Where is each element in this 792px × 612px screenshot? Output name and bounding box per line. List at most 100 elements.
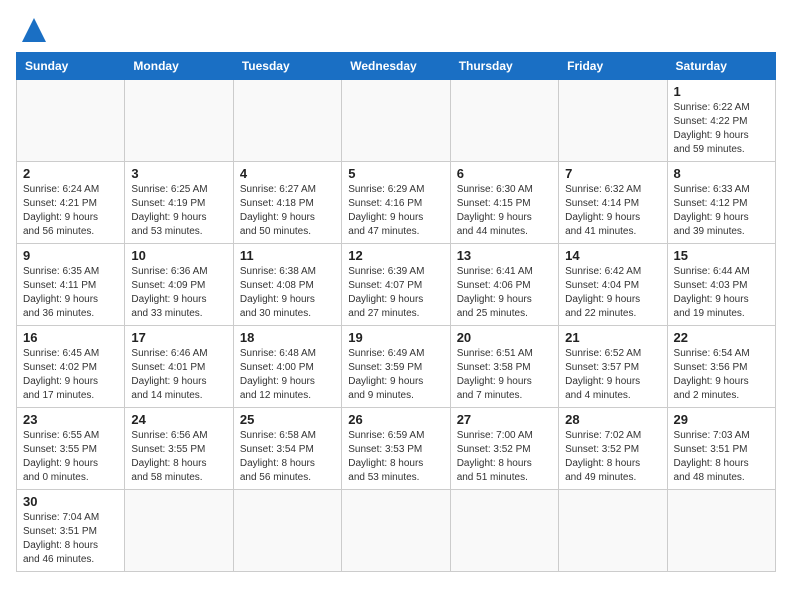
day-number: 26 — [348, 412, 443, 427]
day-number: 19 — [348, 330, 443, 345]
header-tuesday: Tuesday — [233, 53, 341, 80]
calendar-cell — [559, 80, 667, 162]
calendar-cell: 23 Sunrise: 6:55 AM Sunset: 3:55 PM Dayli… — [17, 408, 125, 490]
calendar-cell: 26 Sunrise: 6:59 AM Sunset: 3:53 PM Dayli… — [342, 408, 450, 490]
calendar-cell — [450, 490, 558, 572]
day-number: 15 — [674, 248, 769, 263]
calendar-cell: 25 Sunrise: 6:58 AM Sunset: 3:54 PM Dayli… — [233, 408, 341, 490]
calendar-cell: 4 Sunrise: 6:27 AM Sunset: 4:18 PM Daylig… — [233, 162, 341, 244]
calendar-week-6: 30Sunrise: 7:04 AM Sunset: 3:51 PM Dayli… — [17, 490, 776, 572]
calendar-cell: 8 Sunrise: 6:33 AM Sunset: 4:12 PM Daylig… — [667, 162, 775, 244]
calendar-cell: 20Sunrise: 6:51 AM Sunset: 3:58 PM Dayli… — [450, 326, 558, 408]
day-number: 13 — [457, 248, 552, 263]
day-info: Sunrise: 6:29 AM Sunset: 4:16 PM Dayligh… — [348, 183, 443, 239]
calendar-cell — [342, 80, 450, 162]
day-number: 8 — [674, 166, 769, 181]
calendar-cell — [17, 80, 125, 162]
day-info: Sunrise: 6:41 AM Sunset: 4:06 PM Dayligh… — [457, 265, 552, 321]
calendar-cell — [233, 80, 341, 162]
calendar-cell — [125, 490, 233, 572]
header-monday: Monday — [125, 53, 233, 80]
calendar-cell: 21Sunrise: 6:52 AM Sunset: 3:57 PM Dayli… — [559, 326, 667, 408]
calendar-cell: 10 Sunrise: 6:36 AM Sunset: 4:09 PM Dayli… — [125, 244, 233, 326]
calendar-header-row: SundayMondayTuesdayWednesdayThursdayFrid… — [17, 53, 776, 80]
calendar-cell — [125, 80, 233, 162]
day-info: Sunrise: 6:39 AM Sunset: 4:07 PM Dayligh… — [348, 265, 443, 321]
day-info: Sunrise: 6:33 AM Sunset: 4:12 PM Dayligh… — [674, 183, 769, 239]
day-number: 11 — [240, 248, 335, 263]
calendar-cell — [233, 490, 341, 572]
day-info: Sunrise: 6:32 AM Sunset: 4:14 PM Dayligh… — [565, 183, 660, 239]
calendar-cell: 13 Sunrise: 6:41 AM Sunset: 4:06 PM Dayli… — [450, 244, 558, 326]
header-sunday: Sunday — [17, 53, 125, 80]
day-info: Sunrise: 6:25 AM Sunset: 4:19 PM Dayligh… — [131, 183, 226, 239]
header-friday: Friday — [559, 53, 667, 80]
calendar-cell: 11Sunrise: 6:38 AM Sunset: 4:08 PM Dayli… — [233, 244, 341, 326]
calendar-cell — [450, 80, 558, 162]
day-info: Sunrise: 7:04 AM Sunset: 3:51 PM Dayligh… — [23, 511, 118, 567]
day-info: Sunrise: 6:36 AM Sunset: 4:09 PM Dayligh… — [131, 265, 226, 321]
day-number: 17 — [131, 330, 226, 345]
day-number: 3 — [131, 166, 226, 181]
header-wednesday: Wednesday — [342, 53, 450, 80]
calendar-cell: 15 Sunrise: 6:44 AM Sunset: 4:03 PM Dayli… — [667, 244, 775, 326]
day-info: Sunrise: 7:00 AM Sunset: 3:52 PM Dayligh… — [457, 429, 552, 485]
day-info: Sunrise: 6:44 AM Sunset: 4:03 PM Dayligh… — [674, 265, 769, 321]
day-info: Sunrise: 6:58 AM Sunset: 3:54 PM Dayligh… — [240, 429, 335, 485]
calendar-cell: 7 Sunrise: 6:32 AM Sunset: 4:14 PM Daylig… — [559, 162, 667, 244]
day-info: Sunrise: 6:24 AM Sunset: 4:21 PM Dayligh… — [23, 183, 118, 239]
day-info: Sunrise: 7:02 AM Sunset: 3:52 PM Dayligh… — [565, 429, 660, 485]
calendar-cell: 16 Sunrise: 6:45 AM Sunset: 4:02 PM Dayli… — [17, 326, 125, 408]
day-number: 1 — [674, 84, 769, 99]
calendar-cell: 29Sunrise: 7:03 AM Sunset: 3:51 PM Dayli… — [667, 408, 775, 490]
day-info: Sunrise: 6:22 AM Sunset: 4:22 PM Dayligh… — [674, 101, 769, 157]
header-saturday: Saturday — [667, 53, 775, 80]
calendar-cell: 14Sunrise: 6:42 AM Sunset: 4:04 PM Dayli… — [559, 244, 667, 326]
day-info: Sunrise: 6:55 AM Sunset: 3:55 PM Dayligh… — [23, 429, 118, 485]
day-number: 2 — [23, 166, 118, 181]
day-number: 4 — [240, 166, 335, 181]
day-number: 28 — [565, 412, 660, 427]
day-number: 7 — [565, 166, 660, 181]
day-number: 14 — [565, 248, 660, 263]
day-info: Sunrise: 6:54 AM Sunset: 3:56 PM Dayligh… — [674, 347, 769, 403]
calendar-cell: 28 Sunrise: 7:02 AM Sunset: 3:52 PM Dayli… — [559, 408, 667, 490]
day-info: Sunrise: 6:48 AM Sunset: 4:00 PM Dayligh… — [240, 347, 335, 403]
day-info: Sunrise: 6:35 AM Sunset: 4:11 PM Dayligh… — [23, 265, 118, 321]
calendar-cell: 17 Sunrise: 6:46 AM Sunset: 4:01 PM Dayli… — [125, 326, 233, 408]
day-number: 23 — [23, 412, 118, 427]
calendar-cell — [342, 490, 450, 572]
calendar-cell: 1 Sunrise: 6:22 AM Sunset: 4:22 PM Daylig… — [667, 80, 775, 162]
day-info: Sunrise: 6:27 AM Sunset: 4:18 PM Dayligh… — [240, 183, 335, 239]
day-info: Sunrise: 6:59 AM Sunset: 3:53 PM Dayligh… — [348, 429, 443, 485]
day-number: 10 — [131, 248, 226, 263]
day-number: 29 — [674, 412, 769, 427]
day-number: 21 — [565, 330, 660, 345]
day-info: Sunrise: 6:49 AM Sunset: 3:59 PM Dayligh… — [348, 347, 443, 403]
calendar-week-3: 9Sunrise: 6:35 AM Sunset: 4:11 PM Daylig… — [17, 244, 776, 326]
calendar-week-4: 16 Sunrise: 6:45 AM Sunset: 4:02 PM Dayli… — [17, 326, 776, 408]
day-number: 16 — [23, 330, 118, 345]
calendar-cell: 27 Sunrise: 7:00 AM Sunset: 3:52 PM Dayli… — [450, 408, 558, 490]
logo — [16, 16, 48, 44]
day-number: 24 — [131, 412, 226, 427]
calendar-cell: 5 Sunrise: 6:29 AM Sunset: 4:16 PM Daylig… — [342, 162, 450, 244]
day-info: Sunrise: 6:45 AM Sunset: 4:02 PM Dayligh… — [23, 347, 118, 403]
calendar-cell: 18Sunrise: 6:48 AM Sunset: 4:00 PM Dayli… — [233, 326, 341, 408]
header — [16, 16, 776, 44]
calendar-week-1: 1 Sunrise: 6:22 AM Sunset: 4:22 PM Daylig… — [17, 80, 776, 162]
calendar-cell: 6Sunrise: 6:30 AM Sunset: 4:15 PM Daylig… — [450, 162, 558, 244]
calendar-cell: 22 Sunrise: 6:54 AM Sunset: 3:56 PM Dayli… — [667, 326, 775, 408]
day-info: Sunrise: 6:56 AM Sunset: 3:55 PM Dayligh… — [131, 429, 226, 485]
header-thursday: Thursday — [450, 53, 558, 80]
day-info: Sunrise: 6:46 AM Sunset: 4:01 PM Dayligh… — [131, 347, 226, 403]
calendar-cell: 24 Sunrise: 6:56 AM Sunset: 3:55 PM Dayli… — [125, 408, 233, 490]
day-number: 25 — [240, 412, 335, 427]
calendar-cell — [667, 490, 775, 572]
day-number: 22 — [674, 330, 769, 345]
day-number: 20 — [457, 330, 552, 345]
day-number: 6 — [457, 166, 552, 181]
day-number: 27 — [457, 412, 552, 427]
day-number: 5 — [348, 166, 443, 181]
calendar-cell: 3 Sunrise: 6:25 AM Sunset: 4:19 PM Daylig… — [125, 162, 233, 244]
